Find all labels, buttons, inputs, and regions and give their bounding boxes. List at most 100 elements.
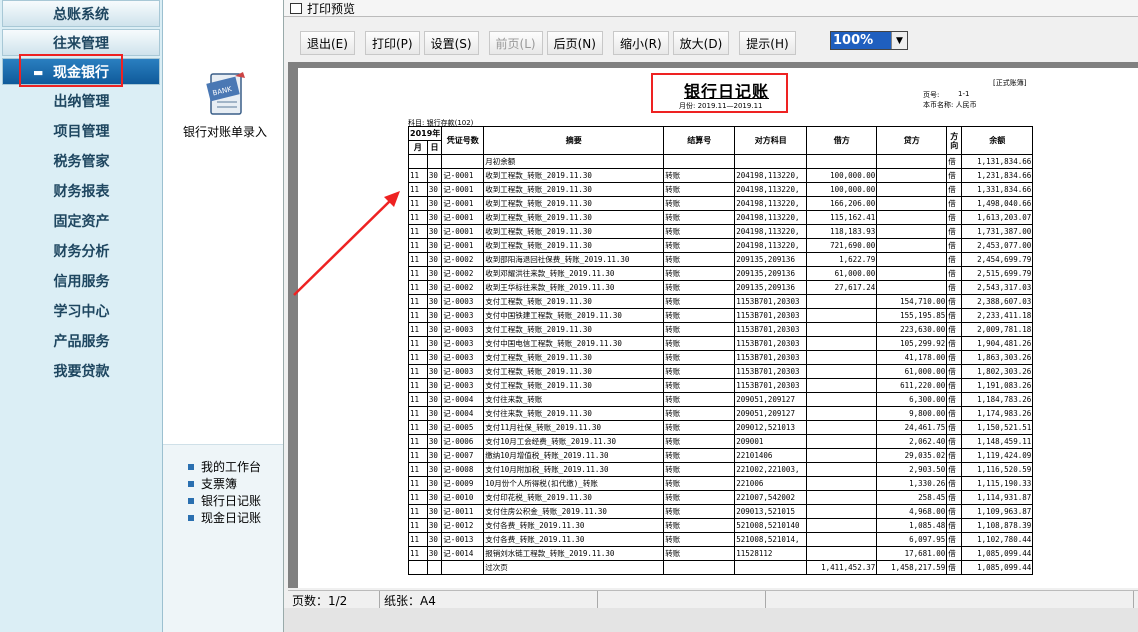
module-cashier[interactable]: 出纳管理 [0, 86, 163, 116]
header-voucher: 凭证号数 [441, 126, 485, 155]
cell-balance: 1,904,481.26 [961, 336, 1034, 351]
cell-direction: 借 [946, 504, 963, 519]
quick-link-cash-journal[interactable]: 现金日记账 [188, 509, 261, 526]
hint-button[interactable]: 提示(H) [739, 31, 796, 55]
bank-statement-entry-label[interactable]: 银行对账单录入 [183, 123, 267, 140]
cell-balance: 2,515,699.79 [961, 266, 1034, 281]
cell-voucher: 记-0003 [441, 322, 485, 337]
nav-cash-bank[interactable]: ▬ 现金银行 [2, 58, 160, 85]
module-fixed-assets[interactable]: 固定资产 [0, 206, 163, 236]
cell-month: 11 [408, 448, 428, 463]
cell-voucher: 记-0001 [441, 168, 485, 183]
cell-month: 11 [408, 266, 428, 281]
cell-debit [806, 434, 878, 449]
cell-month: 11 [408, 182, 428, 197]
cell-day: 30 [426, 196, 443, 211]
cell-balance: 1,191,083.26 [961, 378, 1034, 393]
cell-credit: 1,085.48 [876, 518, 948, 533]
cell-day: 30 [426, 308, 443, 323]
cell-counter-account: 204198,113220, [734, 224, 808, 239]
cell-day: 30 [426, 280, 443, 295]
prev-page-button[interactable]: 前页(L) [488, 31, 543, 55]
cell-summary: 支付11月社保_转账_2019.11.30 [483, 420, 665, 435]
cell-counter-account: 209051,209127 [734, 392, 808, 407]
module-products[interactable]: 产品服务 [0, 326, 163, 356]
settings-button[interactable]: 设置(S) [423, 31, 479, 55]
next-page-button[interactable]: 后页(N) [546, 31, 603, 55]
bank-ledger-icon[interactable]: BANK [205, 70, 249, 118]
cell-voucher [441, 154, 485, 169]
cell-direction: 借 [946, 322, 963, 337]
cell-debit [806, 462, 878, 477]
cell-month: 11 [408, 350, 428, 365]
module-projects[interactable]: 项目管理 [0, 116, 163, 146]
cell-balance: 1,114,931.87 [961, 490, 1034, 505]
zoom-out-button[interactable]: 缩小(R) [612, 31, 669, 55]
cell-balance: 1,331,834.66 [961, 182, 1034, 197]
cell-direction: 借 [946, 448, 963, 463]
table-row: 11 30 记-0003 支付中国电信工程款_转账_2019.11.30 转账 1153B… [408, 336, 1034, 351]
cell-balance: 1,108,878.39 [961, 518, 1034, 533]
cell-debit [806, 420, 878, 435]
cell-month: 11 [408, 308, 428, 323]
bullet-square-icon [188, 497, 194, 504]
cell-voucher: 记-0013 [441, 532, 485, 547]
cell-direction: 借 [946, 518, 963, 533]
print-button[interactable]: 打印(P) [364, 31, 420, 55]
cell-direction: 借 [946, 154, 963, 169]
page-count: 页数：1/2 [288, 591, 380, 609]
status-cell [598, 591, 766, 609]
nav-general-ledger[interactable]: 总账系统 [2, 0, 160, 27]
module-learning[interactable]: 学习中心 [0, 296, 163, 326]
annotation-arrow-icon [293, 191, 400, 296]
cell-credit [876, 280, 948, 295]
module-analysis[interactable]: 财务分析 [0, 236, 163, 266]
cell-month: 11 [408, 294, 428, 309]
cell-settlement: 转账 [663, 476, 736, 491]
ledger-table: 2019年 凭证号数 摘要 结算号 对方科目 借方 贷方 方向 余额 月 日 月… [407, 126, 1034, 575]
report-title: 银行日记账 [684, 82, 770, 101]
cell-counter-account: 1153B701,20303 [734, 336, 808, 351]
cell-credit [876, 210, 948, 225]
quick-link-workbench[interactable]: 我的工作台 [188, 458, 261, 475]
cell-counter-account: 204198,113220, [734, 196, 808, 211]
cell-summary: 支付各费_转账_2019.11.30 [483, 532, 665, 547]
cell-month: 11 [408, 224, 428, 239]
cell-month: 11 [408, 476, 428, 491]
cell-counter-account: 1153B701,20303 [734, 308, 808, 323]
cell-counter-account: 1153B701,20303 [734, 364, 808, 379]
cell-summary: 过次页 [483, 560, 665, 575]
module-loan[interactable]: 我要贷款 [0, 356, 163, 386]
cell-credit: 6,300.00 [876, 392, 948, 407]
cell-day: 30 [426, 420, 443, 435]
cell-day: 30 [426, 406, 443, 421]
preview-canvas[interactable]: 银行日记账 月份: 2019.11—2019.11 [正式账簿] 页号: 1-1… [288, 62, 1138, 588]
cell-credit: 2,062.40 [876, 434, 948, 449]
cell-counter-account: 209135,209136 [734, 280, 808, 295]
nav-receivables[interactable]: 往来管理 [2, 29, 160, 56]
cell-summary: 收到工程款_转账_2019.11.30 [483, 168, 665, 183]
cell-voucher: 记-0003 [441, 364, 485, 379]
quick-link-checkbook[interactable]: 支票簿 [188, 475, 261, 492]
exit-button[interactable]: 退出(E) [300, 31, 355, 55]
cell-counter-account: 1153B701,20303 [734, 294, 808, 309]
module-reports[interactable]: 财务报表 [0, 176, 163, 206]
quick-link-bank-journal[interactable]: 银行日记账 [188, 492, 261, 509]
cell-counter-account: 521008,521014, [734, 532, 808, 547]
chevron-down-icon[interactable]: ▼ [891, 32, 907, 49]
cell-debit [806, 518, 878, 533]
cell-voucher: 记-0006 [441, 434, 485, 449]
cell-balance: 1,119,424.09 [961, 448, 1034, 463]
zoom-in-button[interactable]: 放大(D) [672, 31, 730, 55]
header-credit: 贷方 [876, 126, 948, 155]
cell-counter-account [734, 560, 808, 575]
cell-settlement: 转账 [663, 392, 736, 407]
cell-credit: 105,299.92 [876, 336, 948, 351]
cell-voucher: 记-0003 [441, 350, 485, 365]
bullet-square-icon [188, 463, 194, 470]
module-credit[interactable]: 信用服务 [0, 266, 163, 296]
module-tax[interactable]: 税务管家 [0, 146, 163, 176]
zoom-select[interactable]: 100% ▼ [830, 31, 908, 50]
cell-direction: 借 [946, 266, 963, 281]
quick-links: 我的工作台 支票簿 银行日记账 现金日记账 [188, 458, 261, 526]
